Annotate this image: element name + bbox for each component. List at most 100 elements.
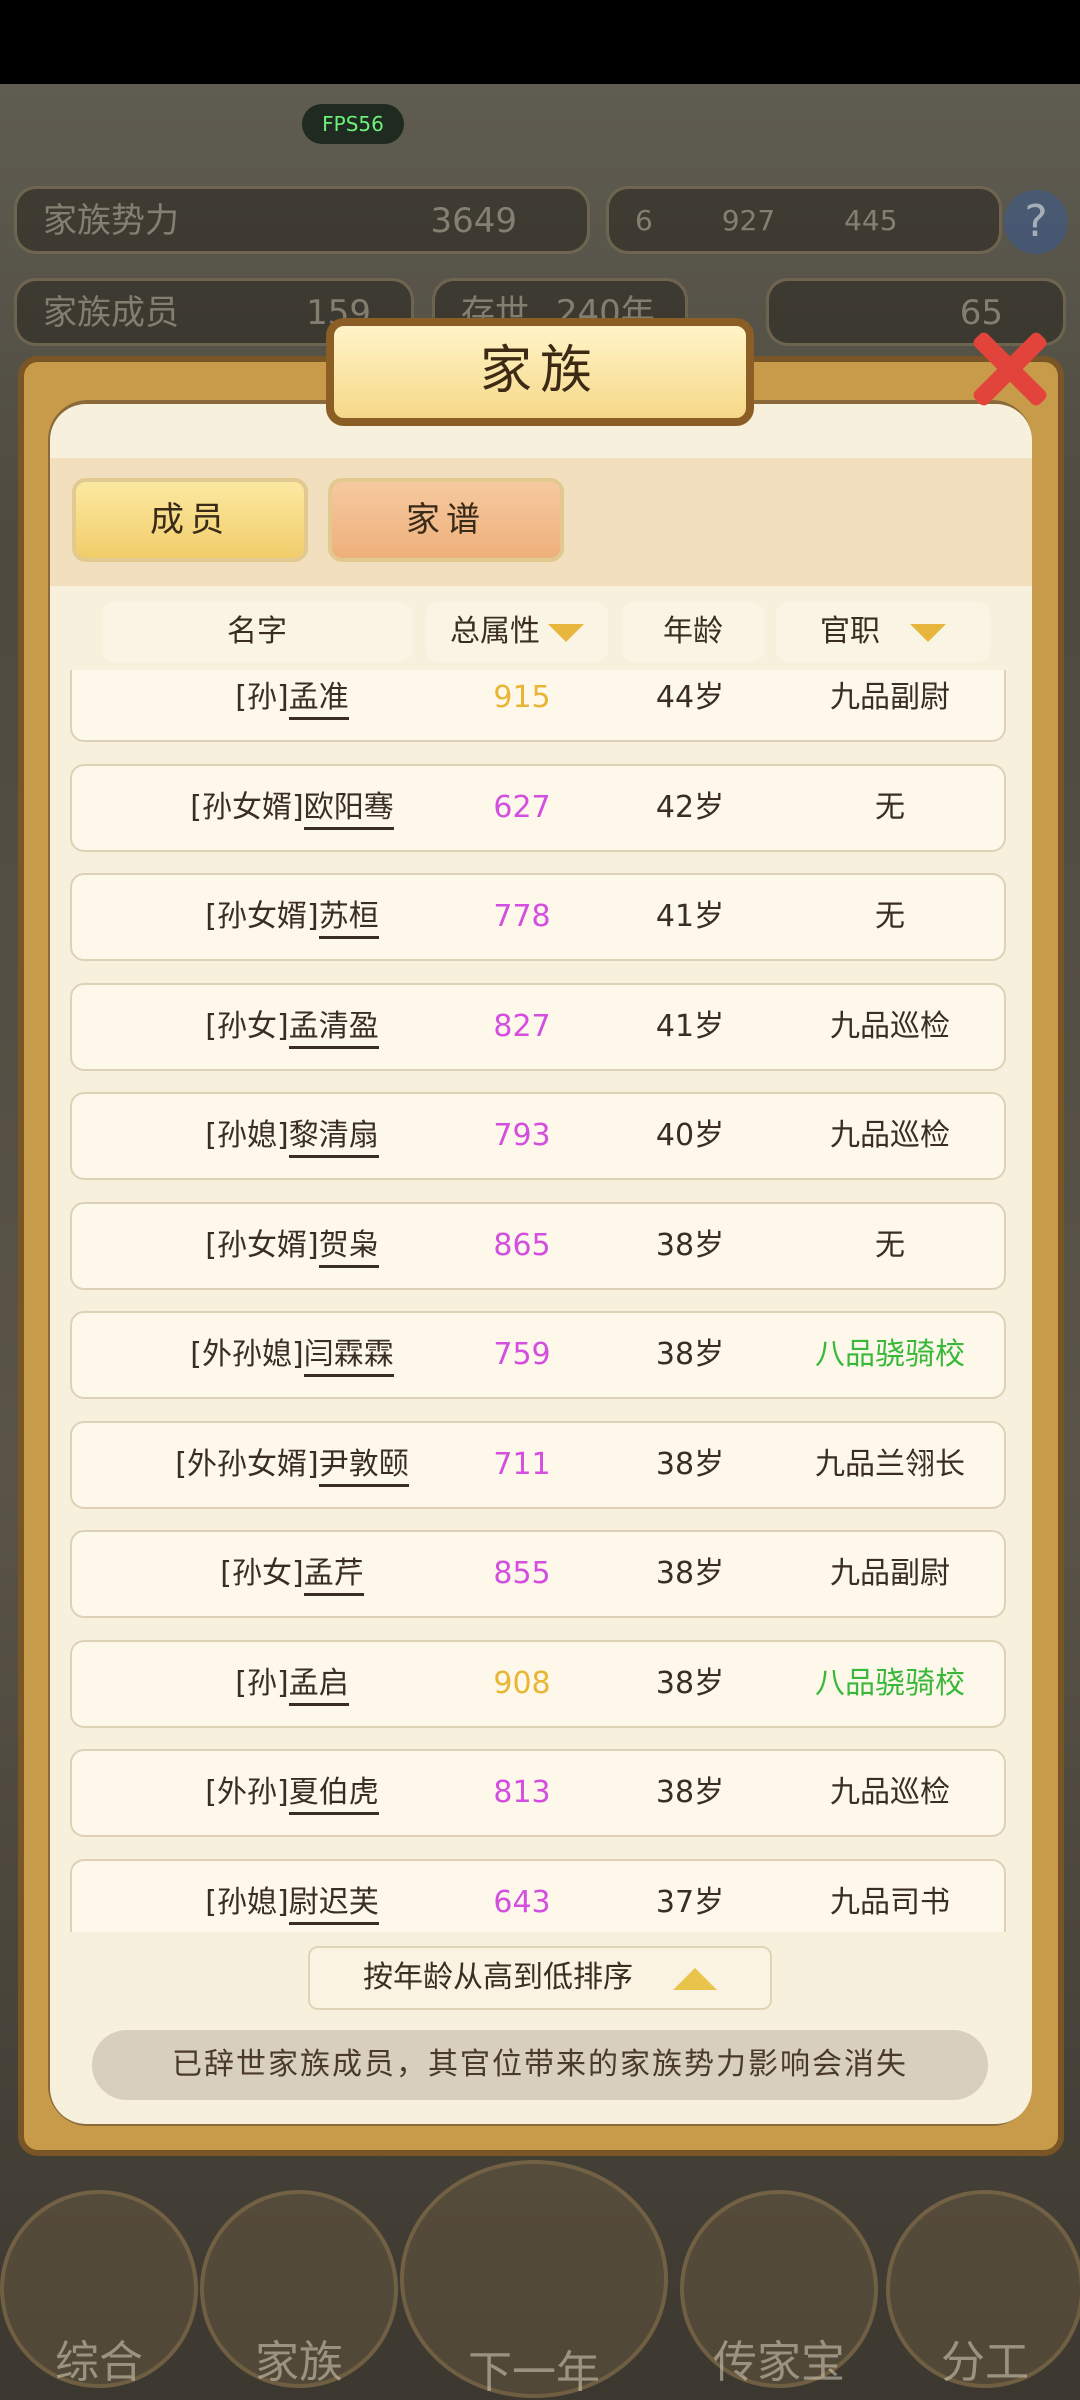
- member-relation: [孙女婿]: [205, 1227, 319, 1263]
- member-attr: 865: [493, 1227, 551, 1263]
- member-name-link[interactable]: 孟准: [288, 680, 349, 720]
- member-name-link[interactable]: 孟启: [288, 1665, 349, 1706]
- member-rank: 九品兰翎长: [815, 1446, 965, 1482]
- member-rank: 九品司书: [830, 1884, 950, 1920]
- member-row[interactable]: [外孙女婿]尹敦颐 711 38岁 九品兰翎长: [70, 1420, 1006, 1509]
- member-list[interactable]: [孙]孟准 915 44岁 九品副尉 [孙女婿]欧阳骞 627 42岁无 [孙女婿]苏桓 778…: [68, 670, 1010, 1932]
- tab-members[interactable]: 成员: [72, 478, 308, 562]
- member-name-link[interactable]: 尹敦颐: [318, 1446, 409, 1487]
- member-relation: [孙女婿]: [190, 789, 304, 825]
- family-power-panel: 家族势力 3649: [14, 186, 590, 254]
- member-age: 38岁: [655, 1556, 725, 1591]
- member-rank: 九品巡检: [830, 1118, 950, 1153]
- member-name-link[interactable]: 欧阳骞: [303, 789, 394, 830]
- member-relation: [孙媳]: [205, 1884, 289, 1920]
- member-relation: [孙媳]: [205, 1118, 289, 1153]
- nav-family-label: 家族: [255, 2337, 343, 2388]
- member-name-link[interactable]: 黎清扇: [288, 1118, 379, 1158]
- member-relation: [外孙]: [205, 1775, 289, 1810]
- member-attr: 908: [493, 1665, 551, 1701]
- nav-assignment[interactable]: 分工: [886, 2190, 1080, 2388]
- member-row[interactable]: [孙]孟准 915 44岁 九品副尉: [70, 670, 1006, 742]
- member-age: 38岁: [655, 1665, 725, 1701]
- member-attr: 627: [493, 789, 551, 825]
- member-attr: 855: [493, 1556, 551, 1591]
- member-age: 37岁: [655, 1884, 725, 1920]
- nav-next-year[interactable]: 下一年: [400, 2160, 668, 2398]
- member-relation: [外孙媳]: [190, 1337, 304, 1372]
- header-attr[interactable]: 总属性: [426, 602, 608, 662]
- member-row[interactable]: [孙女婿]苏桓 778 41岁 无: [70, 873, 1006, 961]
- header-rank-label: 官职: [820, 614, 880, 649]
- member-rank: 九品巡检: [830, 1008, 950, 1044]
- header-rank[interactable]: 官职: [776, 602, 990, 662]
- nav-heirloom-label: 传家宝: [713, 2337, 845, 2388]
- member-age: 38岁: [655, 1337, 725, 1372]
- member-age: 41岁: [655, 1008, 725, 1044]
- member-row[interactable]: [外孙]夏伯虎 813 38岁 九品巡检: [70, 1749, 1006, 1837]
- family-power-label: 家族势力: [43, 201, 179, 241]
- sort-order-label: 按年龄从高到低排序: [363, 1960, 633, 1995]
- member-name-link[interactable]: 尉迟芙: [288, 1884, 379, 1925]
- resource-coins: 445: [844, 204, 898, 237]
- member-age: 38岁: [655, 1227, 725, 1263]
- member-name-link[interactable]: 苏桓: [318, 899, 379, 939]
- member-attr: 711: [493, 1446, 551, 1482]
- nav-family[interactable]: 家族: [200, 2190, 398, 2388]
- family-power-value: 3649: [430, 201, 517, 241]
- member-age: 41岁: [655, 899, 725, 934]
- member-row[interactable]: [孙女婿]欧阳骞 627 42岁 无: [70, 763, 1006, 852]
- member-rank: 无: [875, 789, 905, 825]
- member-relation: [孙女]: [220, 1556, 304, 1591]
- member-name-link[interactable]: 孟芹: [303, 1556, 364, 1596]
- fps-counter: FPS56: [302, 104, 404, 144]
- modal-title: 家族: [326, 318, 754, 426]
- close-button[interactable]: [958, 318, 1058, 418]
- member-row[interactable]: [外孙媳]闫霖霖 759 38岁 八品骁骑校: [70, 1311, 1006, 1399]
- member-age: 40岁: [655, 1118, 725, 1153]
- member-row[interactable]: [孙女]孟芹 855 38岁 九品副尉: [70, 1530, 1006, 1618]
- header-age[interactable]: 年龄: [622, 602, 764, 662]
- sort-down-icon: [910, 623, 946, 642]
- member-name-link[interactable]: 贺枭: [318, 1227, 379, 1268]
- member-attr: 778: [493, 899, 551, 934]
- header-name-label: 名字: [227, 614, 287, 649]
- member-relation: [孙]: [235, 680, 289, 715]
- member-rank: 九品巡检: [830, 1775, 950, 1810]
- help-icon[interactable]: ?: [1004, 190, 1068, 254]
- nav-heirloom[interactable]: 传家宝: [680, 2190, 878, 2388]
- member-age: 44岁: [655, 680, 725, 715]
- sort-order-button[interactable]: 按年龄从高到低排序: [308, 1946, 772, 2010]
- member-name-link[interactable]: 闫霖霖: [303, 1337, 394, 1377]
- member-age: 42岁: [655, 789, 725, 825]
- member-row[interactable]: [孙女]孟清盈 827 41岁 九品巡检: [70, 982, 1006, 1071]
- member-row[interactable]: [孙]孟启 908 38岁 八品骁骑校: [70, 1639, 1006, 1728]
- member-age: 38岁: [655, 1775, 725, 1810]
- member-relation: [孙]: [235, 1665, 289, 1701]
- member-relation: [外孙女婿]: [175, 1446, 319, 1482]
- member-row[interactable]: [孙媳]尉迟芙 643 37岁 九品司书: [70, 1858, 1006, 1932]
- member-relation: [孙女]: [205, 1008, 289, 1044]
- nav-overview-label: 综合: [55, 2337, 143, 2388]
- sort-down-icon: [548, 623, 584, 642]
- member-name-link[interactable]: 孟清盈: [288, 1008, 379, 1049]
- header-attr-label: 总属性: [450, 614, 540, 649]
- member-rank: 八品骁骑校: [815, 1665, 965, 1701]
- header-age-label: 年龄: [663, 614, 723, 649]
- sort-up-icon: [673, 1967, 717, 1990]
- member-rank: 九品副尉: [830, 1556, 950, 1591]
- member-attr: 643: [493, 1884, 551, 1920]
- member-attr: 759: [493, 1337, 551, 1372]
- member-age: 38岁: [655, 1446, 725, 1482]
- member-attr: 915: [493, 680, 551, 715]
- tab-genealogy[interactable]: 家谱: [328, 478, 564, 562]
- member-name-link[interactable]: 夏伯虎: [288, 1775, 379, 1815]
- member-row[interactable]: [孙媳]黎清扇 793 40岁 九品巡检: [70, 1092, 1006, 1180]
- member-row[interactable]: [孙女婿]贺枭 865 38岁 无: [70, 1201, 1006, 1290]
- status-bar: [0, 0, 1080, 84]
- nav-overview[interactable]: 综合: [0, 2190, 198, 2388]
- family-members-label: 家族成员: [43, 293, 179, 333]
- resource-gold: 927: [721, 204, 776, 237]
- member-rank: 八品骁骑校: [815, 1337, 965, 1372]
- notice-banner: 已辞世家族成员，其官位带来的家族势力影响会消失: [92, 2030, 988, 2100]
